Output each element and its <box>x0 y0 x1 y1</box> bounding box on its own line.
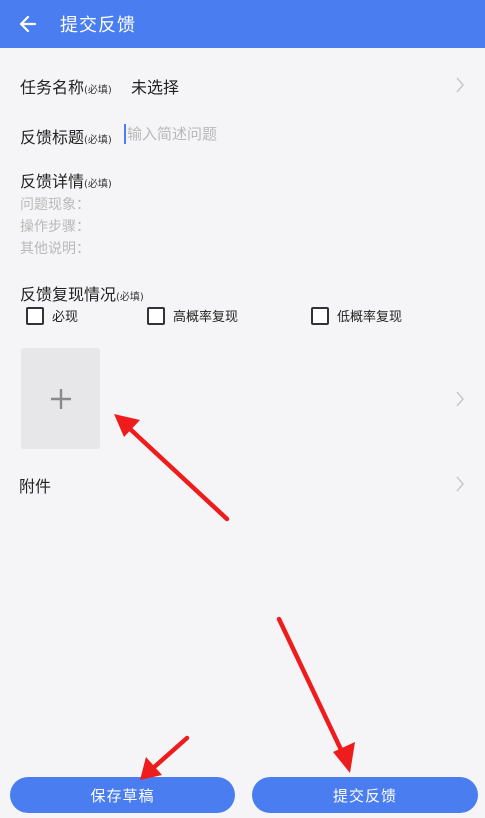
repro-option-always[interactable]: 必现 <box>26 306 78 325</box>
feedback-title-label: 反馈标题 <box>20 128 85 147</box>
feedback-detail-required: (必填) <box>84 179 112 190</box>
back-button[interactable] <box>4 0 52 48</box>
page-title: 提交反馈 <box>60 15 136 36</box>
task-name-row[interactable]: 任务名称(必填) 未选择 <box>0 72 485 98</box>
task-name-value: 未选择 <box>131 78 180 97</box>
attachment-label: 附件 <box>19 477 52 496</box>
hint-steps: 操作步骤： <box>20 219 90 235</box>
repro-option-high-label: 高概率复现 <box>173 310 239 325</box>
arrow-left-icon <box>19 15 37 33</box>
chevron-right-icon[interactable] <box>455 391 465 407</box>
chevron-right-icon <box>456 476 464 492</box>
checkbox-unchecked-icon[interactable] <box>311 306 329 325</box>
feedback-title-row: 反馈标题(必填) <box>0 121 485 147</box>
submit-feedback-button[interactable]: 提交反馈 <box>252 777 478 813</box>
checkbox-unchecked-icon[interactable] <box>147 306 165 325</box>
repro-option-always-label: 必现 <box>52 310 79 325</box>
app-bar: 提交反馈 <box>0 0 485 48</box>
repro-option-low[interactable]: 低概率复现 <box>311 306 402 325</box>
repro-label: 反馈复现情况 <box>20 285 117 304</box>
feedback-detail-textarea[interactable]: 问题现象： 操作步骤： 其他说明： <box>20 194 90 260</box>
annotation-arrow-add-image <box>114 414 230 522</box>
feedback-detail-section[interactable]: 反馈详情(必填) 问题现象： 操作步骤： 其他说明： <box>0 168 485 258</box>
feedback-detail-label: 反馈详情 <box>20 172 85 191</box>
task-name-required: (必填) <box>84 85 112 96</box>
add-image-button[interactable] <box>21 348 100 449</box>
repro-required: (必填) <box>116 292 144 303</box>
feedback-title-input[interactable] <box>127 124 367 144</box>
repro-option-low-label: 低概率复现 <box>337 310 403 325</box>
attachment-row[interactable]: 附件 <box>0 472 485 496</box>
plus-icon <box>50 388 71 409</box>
feedback-title-required: (必填) <box>84 135 112 146</box>
repro-row: 反馈复现情况(必填) <box>0 281 485 304</box>
hint-phenomenon: 问题现象： <box>20 197 90 213</box>
annotation-arrow-submit <box>276 616 355 773</box>
save-draft-button[interactable]: 保存草稿 <box>10 777 235 813</box>
task-name-label: 任务名称 <box>20 78 85 97</box>
hint-other: 其他说明： <box>20 241 90 257</box>
annotation-arrow-save-draft <box>140 735 190 780</box>
text-cursor <box>124 124 126 144</box>
repro-option-high[interactable]: 高概率复现 <box>147 306 238 325</box>
chevron-right-icon <box>456 77 464 93</box>
checkbox-unchecked-icon[interactable] <box>26 306 44 325</box>
